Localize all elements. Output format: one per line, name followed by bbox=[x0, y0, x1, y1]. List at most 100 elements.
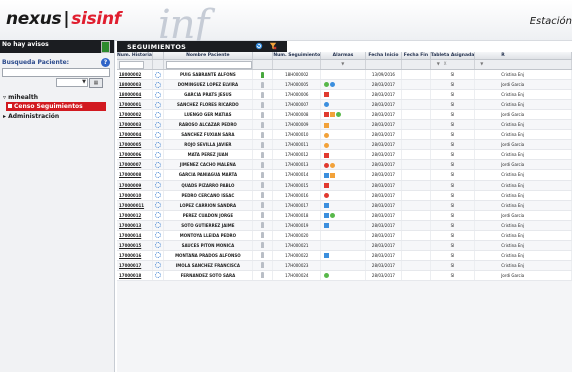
table-row[interactable]: 17000015 SAUCES PITON MONICA 17H000021 28/0… bbox=[117, 240, 572, 251]
cell-num-historia[interactable]: 17000016 bbox=[117, 250, 153, 261]
filter-fecha-fin[interactable] bbox=[401, 59, 431, 70]
cell-num-historia[interactable]: 17000014 bbox=[117, 230, 153, 241]
filter-nombre[interactable] bbox=[163, 59, 253, 70]
settings-icon[interactable] bbox=[152, 180, 164, 191]
cell-num-historia[interactable]: 17000018 bbox=[117, 270, 153, 281]
gear-icon[interactable] bbox=[154, 272, 161, 279]
gear-icon[interactable] bbox=[154, 161, 161, 168]
gear-icon[interactable] bbox=[154, 81, 161, 88]
cell-num-historia[interactable]: 18000004 bbox=[117, 89, 153, 101]
settings-icon[interactable] bbox=[152, 139, 164, 151]
gear-icon[interactable] bbox=[154, 182, 161, 189]
table-row[interactable]: 17000003 RABOSO ALCAZAR PEDRO 17H000009 28/… bbox=[117, 119, 572, 131]
table-row[interactable]: 17000005 ROJO SEVILLA JAVIER 17H000011 28/0… bbox=[117, 139, 572, 151]
filter-num-historia-input[interactable] bbox=[119, 61, 144, 69]
settings-icon[interactable] bbox=[152, 240, 164, 251]
gear-icon[interactable] bbox=[154, 101, 161, 108]
patient-search-input[interactable] bbox=[2, 68, 110, 77]
table-row[interactable]: 18000003 DOMINGUEZ LOPEZ ELVIRA 17H000005 2… bbox=[117, 79, 572, 91]
filter-tableta[interactable]: ▼ X bbox=[430, 59, 476, 70]
col-header-fecha-inicio[interactable]: Fecha Inicio bbox=[365, 52, 403, 60]
col-header-nombre-paciente[interactable]: Nombre Paciente bbox=[163, 52, 253, 60]
nav-item-administracion[interactable]: ▸ Administración bbox=[3, 113, 59, 120]
table-row[interactable]: 17000010 PEDRO CERCANO ISSAC 17H000016 28/0… bbox=[117, 190, 572, 201]
settings-icon[interactable] bbox=[152, 190, 164, 201]
nav-item-censo-seguimientos[interactable]: Censo Seguimientos bbox=[6, 102, 106, 111]
refresh-icon[interactable] bbox=[255, 42, 263, 50]
gear-icon[interactable] bbox=[154, 91, 161, 98]
nav-item-mihealth[interactable]: ▿ mihealth bbox=[3, 94, 38, 101]
notice-toggle-icon[interactable] bbox=[101, 41, 110, 53]
cell-num-historia[interactable]: 17000004 bbox=[117, 129, 153, 141]
cell-num-historia[interactable]: 170000011 bbox=[117, 200, 153, 211]
table-row[interactable]: 17000018 FERNANDEZ SOTO SARA 17H000024 28/0… bbox=[117, 270, 572, 281]
settings-icon[interactable] bbox=[152, 109, 164, 121]
col-header-alarmas[interactable]: Alarmas bbox=[320, 52, 366, 60]
gear-icon[interactable] bbox=[154, 131, 161, 138]
cell-num-historia[interactable]: 18000003 bbox=[117, 79, 153, 91]
col-header-fecha-fin[interactable]: Fecha Fin bbox=[401, 52, 431, 60]
filter-nombre-input[interactable] bbox=[165, 61, 252, 69]
settings-icon[interactable] bbox=[152, 99, 164, 111]
table-row[interactable]: 18000002 PUIG SABRANTE ALFONS 18H000002 13/… bbox=[117, 69, 572, 81]
settings-icon[interactable] bbox=[152, 230, 164, 241]
table-row[interactable]: 17000007 JIMENEZ CACHO MALENA 17H000013 28/… bbox=[117, 159, 572, 171]
search-type-select[interactable]: ▼ bbox=[56, 78, 88, 87]
cell-num-historia[interactable]: 17000005 bbox=[117, 139, 153, 151]
settings-icon[interactable] bbox=[152, 149, 164, 161]
table-row[interactable]: 17000009 QUADS PIZARRO PABLO 17H000015 28/0… bbox=[117, 180, 572, 191]
table-row[interactable]: 17000008 GARCIA PANIAGUA MARTA 17H000014 28… bbox=[117, 169, 572, 181]
help-icon[interactable]: ? bbox=[101, 58, 110, 67]
filter-num-historia[interactable] bbox=[117, 59, 153, 70]
col-header-num-historia[interactable]: Num. Historia bbox=[117, 52, 153, 60]
gear-icon[interactable] bbox=[154, 121, 161, 128]
gear-icon[interactable] bbox=[154, 171, 161, 178]
gear-icon[interactable] bbox=[154, 141, 161, 148]
chevron-down-icon[interactable]: ▼ bbox=[437, 61, 440, 66]
col-header-num-seguimiento[interactable]: Num. Seguimiento bbox=[272, 52, 322, 60]
gear-icon[interactable] bbox=[154, 252, 161, 259]
chevron-down-icon[interactable]: ▼ bbox=[341, 61, 344, 66]
chevron-down-icon[interactable]: ▼ bbox=[480, 61, 483, 66]
cell-num-historia[interactable]: 18000002 bbox=[117, 69, 153, 81]
filter-alarmas[interactable]: ▼ bbox=[320, 59, 366, 70]
grid-icon[interactable]: ▦ bbox=[89, 78, 103, 88]
filter-fecha-inicio[interactable] bbox=[365, 59, 403, 70]
settings-icon[interactable] bbox=[152, 169, 164, 181]
table-row[interactable]: 17000002 LUENGO GER MATIAS 17H000008 28/03/… bbox=[117, 109, 572, 121]
gear-icon[interactable] bbox=[154, 222, 161, 229]
gear-icon[interactable] bbox=[154, 232, 161, 239]
settings-icon[interactable] bbox=[152, 159, 164, 171]
gear-icon[interactable] bbox=[154, 151, 161, 158]
settings-icon[interactable] bbox=[152, 89, 164, 101]
cell-num-historia[interactable]: 17000009 bbox=[117, 180, 153, 191]
cell-num-historia[interactable]: 17000013 bbox=[117, 220, 153, 231]
table-row[interactable]: 17000016 MONTAÑA PRADOS ALFONSO 17H000022 2… bbox=[117, 250, 572, 261]
filter-clear-icon[interactable] bbox=[269, 42, 277, 50]
cell-num-historia[interactable]: 17000001 bbox=[117, 99, 153, 111]
col-header-tableta-asignada[interactable]: Tableta Asignada bbox=[430, 52, 476, 60]
cell-num-historia[interactable]: 17000010 bbox=[117, 190, 153, 201]
filter-responsable[interactable]: ▼ bbox=[474, 59, 572, 70]
cell-num-historia[interactable]: 17000003 bbox=[117, 119, 153, 131]
gear-icon[interactable] bbox=[154, 111, 161, 118]
gear-icon[interactable] bbox=[154, 212, 161, 219]
table-row[interactable]: 170000011 LOPEZ CARRION SANDRA 17H000017 28… bbox=[117, 200, 572, 211]
settings-icon[interactable] bbox=[152, 210, 164, 221]
settings-icon[interactable] bbox=[152, 129, 164, 141]
cell-num-historia[interactable]: 17000015 bbox=[117, 240, 153, 251]
gear-icon[interactable] bbox=[154, 192, 161, 199]
settings-icon[interactable] bbox=[152, 79, 164, 91]
col-header-responsable[interactable]: R bbox=[474, 52, 572, 60]
table-row[interactable]: 17000017 IMOLA SANCHEZ FRANCISCA 17H000023… bbox=[117, 260, 572, 271]
table-row[interactable]: 17000012 PEREZ CUADON JORGE 17H000018 28/03… bbox=[117, 210, 572, 221]
table-row[interactable]: 17000006 MATA PEREZ JUAN 17H000012 28/03/20… bbox=[117, 149, 572, 161]
settings-icon[interactable] bbox=[152, 250, 164, 261]
table-row[interactable]: 18000004 GARCIA PRATS JESUS 17H000006 28/03… bbox=[117, 89, 572, 101]
settings-icon[interactable] bbox=[152, 260, 164, 271]
settings-icon[interactable] bbox=[152, 200, 164, 211]
cell-num-historia[interactable]: 17000012 bbox=[117, 210, 153, 221]
settings-icon[interactable] bbox=[152, 270, 164, 281]
filter-num-seguimiento[interactable] bbox=[272, 59, 322, 70]
cell-num-historia[interactable]: 17000006 bbox=[117, 149, 153, 161]
